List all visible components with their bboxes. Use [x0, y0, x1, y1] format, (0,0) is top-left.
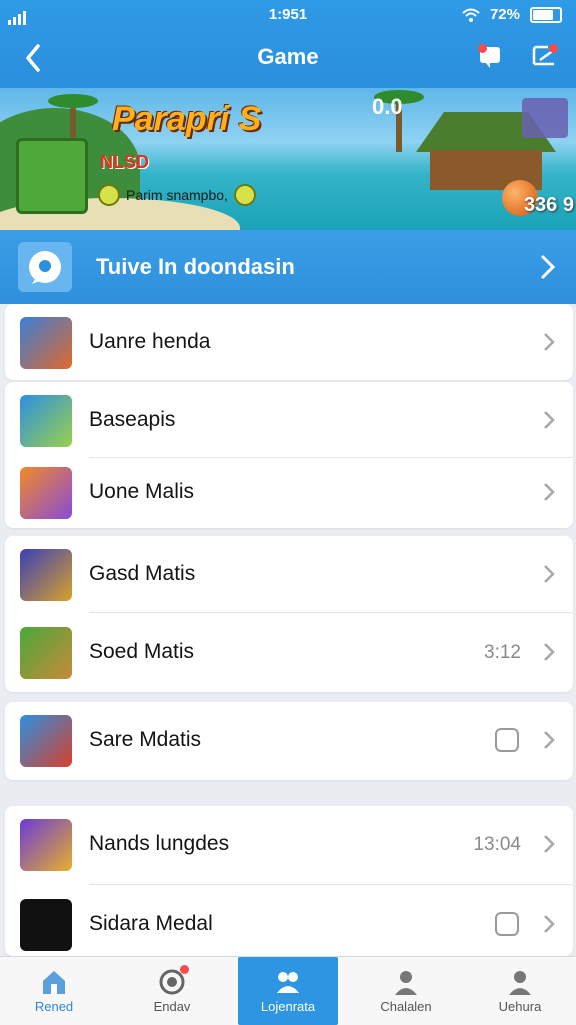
app-header: 1:951 72% Game	[0, 0, 576, 88]
game-icon	[20, 899, 72, 951]
chevron-right-icon	[544, 915, 555, 933]
tag-badge-icon	[233, 184, 256, 206]
tab-label: Rened	[34, 999, 74, 1014]
game-subtitle: NLSD	[100, 152, 149, 172]
chevron-right-icon	[544, 483, 555, 501]
banner-corner-label: 0.0	[372, 94, 403, 119]
target-icon	[157, 965, 189, 997]
profile-icon	[505, 967, 535, 997]
tab-label: Lojenrata	[260, 999, 316, 1014]
list-item[interactable]: Baseapis	[5, 382, 573, 460]
banner-character	[522, 98, 568, 138]
game-icon	[20, 627, 72, 679]
bottom-tab-bar: Rened Endav Lojenrata Chalalen Uehura	[0, 956, 576, 1025]
list-item[interactable]: Sare Mdatis	[5, 702, 573, 780]
game-cover-icon	[16, 138, 88, 214]
list-item[interactable]: Sidara Medal	[5, 886, 573, 964]
chevron-right-icon	[544, 835, 555, 853]
game-icon	[20, 395, 72, 447]
game-group: Sare Mdatis	[5, 702, 573, 780]
clock-icon	[495, 728, 519, 752]
promo-bar[interactable]: Tuive In doondasin	[0, 230, 576, 304]
list-item[interactable]: Gasd Matis	[5, 536, 573, 614]
tab-profile[interactable]: Uehura	[470, 957, 570, 1025]
tab-discover[interactable]: Endav	[122, 957, 222, 1025]
promo-label: Tuive In doondasin	[96, 254, 295, 279]
wifi-icon	[462, 8, 480, 22]
notification-dot	[549, 44, 558, 53]
promo-badge	[18, 242, 72, 292]
status-right: 72%	[462, 6, 562, 23]
tab-label: Chalalen	[380, 999, 432, 1014]
game-icon	[20, 549, 72, 601]
game-name: Gasd Matis	[89, 562, 196, 585]
games-icon	[273, 967, 303, 997]
battery-icon	[530, 6, 562, 23]
battery-percent: 72%	[489, 6, 520, 23]
chevron-right-icon	[544, 731, 555, 749]
chat-button[interactable]	[476, 42, 504, 70]
game-icon	[20, 467, 72, 519]
game-icon	[20, 819, 72, 871]
chevron-right-icon	[544, 643, 555, 661]
tab-label: Endav	[153, 999, 191, 1014]
share-button[interactable]	[530, 42, 558, 70]
game-tagline: Parim snampbo,	[98, 184, 256, 206]
tab-games[interactable]: Lojenrata	[238, 957, 338, 1025]
game-name: Baseapis	[89, 408, 176, 431]
palm-leaves	[48, 94, 98, 108]
game-icon	[20, 317, 72, 369]
game-group: Uanre henda	[5, 304, 573, 380]
clock-icon	[495, 912, 519, 936]
banner-score: 336 9	[523, 194, 574, 216]
tag-badge-icon	[98, 184, 120, 206]
person-icon	[391, 967, 421, 997]
chat-bubble-icon	[29, 251, 61, 284]
chevron-right-icon	[544, 565, 555, 583]
game-icon	[20, 715, 72, 767]
game-banner[interactable]: 0.0 Parapri S NLSD Parim snampbo, 336 9	[0, 88, 576, 230]
notification-dot	[180, 965, 189, 974]
game-group: Nands lungdes 13:04 Sidara Medal	[5, 806, 573, 956]
game-name: Soed Matis	[89, 640, 195, 663]
game-name: Sidara Medal	[89, 912, 213, 935]
game-group: Baseapis Uone Malis	[5, 382, 573, 528]
game-group: Gasd Matis Soed Matis 3:12	[5, 536, 573, 692]
list-item[interactable]: Nands lungdes 13:04	[5, 806, 573, 884]
game-tagline-text: Parim snampbo,	[126, 187, 228, 203]
notification-dot	[478, 44, 487, 53]
status-bar: 1:951 72%	[0, 6, 576, 26]
game-title: Parapri S	[112, 100, 262, 138]
tab-home[interactable]: Rened	[4, 957, 104, 1025]
chevron-right-icon	[544, 411, 555, 429]
game-name: Uanre henda	[89, 330, 211, 353]
row-divider	[89, 884, 573, 885]
game-time: 13:04	[473, 834, 521, 855]
row-divider	[89, 612, 573, 613]
chevron-right-icon	[544, 333, 555, 351]
game-time: 3:12	[484, 642, 521, 663]
list-item[interactable]: Uanre henda	[5, 304, 573, 382]
list-item[interactable]: Uone Malis	[5, 454, 573, 532]
tab-contacts[interactable]: Chalalen	[356, 957, 456, 1025]
home-icon	[39, 967, 69, 997]
tab-label: Uehura	[498, 999, 542, 1014]
game-name: Sare Mdatis	[89, 728, 202, 751]
game-name: Uone Malis	[89, 480, 195, 503]
list-item[interactable]: Soed Matis 3:12	[5, 614, 573, 692]
chevron-right-icon	[541, 255, 556, 279]
nav-bar: Game	[0, 36, 576, 80]
game-name: Nands lungdes	[89, 832, 230, 855]
